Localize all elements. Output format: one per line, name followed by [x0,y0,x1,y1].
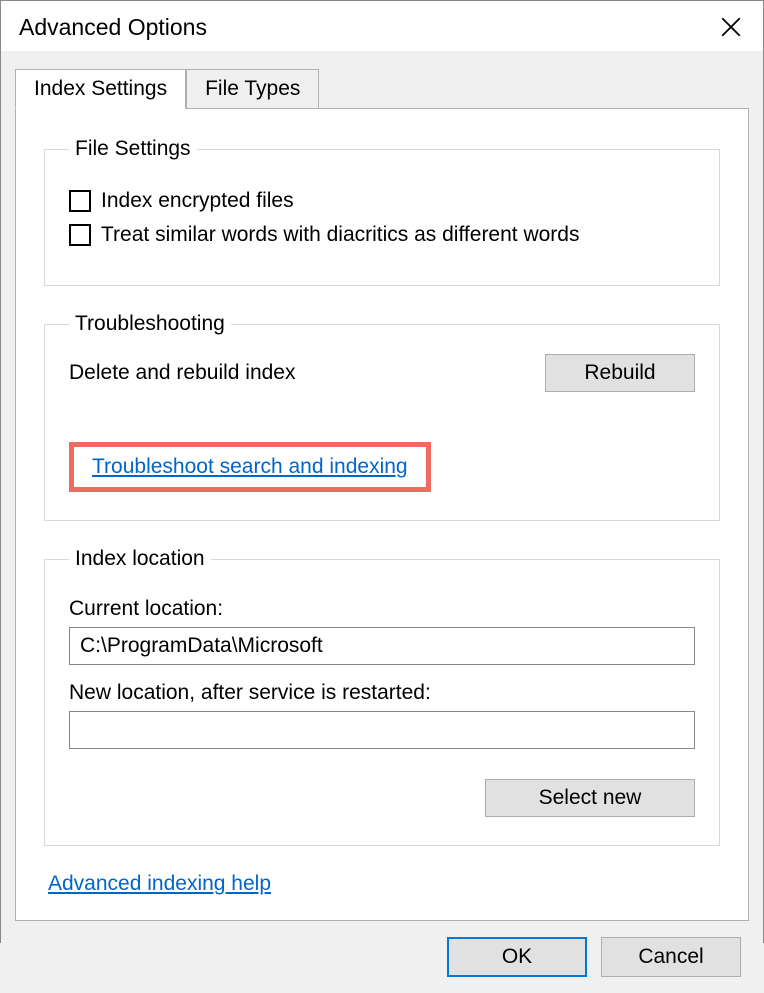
highlighted-annotation: Troubleshoot search and indexing [69,442,431,492]
troubleshoot-link[interactable]: Troubleshoot search and indexing [92,455,408,478]
dialog-button-bar: OK Cancel [1,921,763,993]
tab-file-types[interactable]: File Types [186,69,319,109]
select-new-button[interactable]: Select new [485,779,695,817]
help-link-wrap: Advanced indexing help [48,872,720,896]
index-location-legend: Index location [69,547,211,571]
rebuild-label: Delete and rebuild index [69,361,296,385]
diacritics-checkbox[interactable] [69,224,91,246]
current-location-input[interactable] [69,627,695,665]
tab-strip: Index Settings File Types [15,69,749,108]
advanced-indexing-help-link[interactable]: Advanced indexing help [48,872,271,895]
index-encrypted-label: Index encrypted files [101,189,294,213]
diacritics-row: Treat similar words with diacritics as d… [69,223,695,247]
file-settings-legend: File Settings [69,137,197,161]
new-location-label: New location, after service is restarted… [69,681,695,705]
troubleshooting-group: Troubleshooting Delete and rebuild index… [44,312,720,521]
current-location-label: Current location: [69,597,695,621]
file-settings-group: File Settings Index encrypted files Trea… [44,137,720,286]
current-location-group: Current location: [69,597,695,665]
content-area: Index Settings File Types File Settings … [1,51,763,921]
new-location-input[interactable] [69,711,695,749]
dialog-title: Advanced Options [19,14,207,41]
tab-panel-index-settings: File Settings Index encrypted files Trea… [15,108,749,921]
close-icon [721,17,741,37]
titlebar: Advanced Options [1,1,763,51]
diacritics-label: Treat similar words with diacritics as d… [101,223,579,247]
tab-index-settings[interactable]: Index Settings [15,69,186,109]
index-location-group: Index location Current location: New loc… [44,547,720,846]
cancel-button[interactable]: Cancel [601,937,741,977]
index-encrypted-checkbox[interactable] [69,190,91,212]
troubleshooting-legend: Troubleshooting [69,312,231,336]
rebuild-row: Delete and rebuild index Rebuild [69,354,695,392]
new-location-group: New location, after service is restarted… [69,681,695,749]
ok-button[interactable]: OK [447,937,587,977]
encrypted-row: Index encrypted files [69,189,695,213]
rebuild-button[interactable]: Rebuild [545,354,695,392]
close-button[interactable] [713,9,749,45]
advanced-options-dialog: Advanced Options Index Settings File Typ… [0,0,764,943]
